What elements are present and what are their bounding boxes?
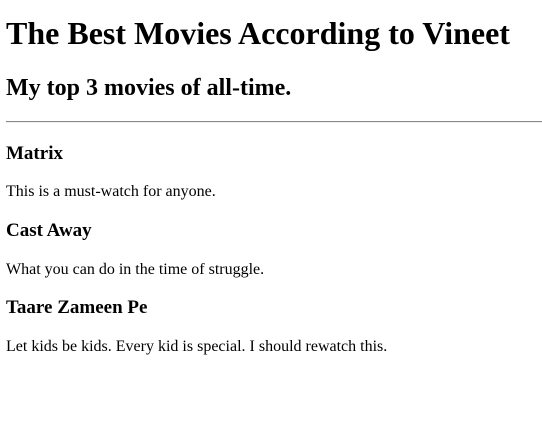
movie-description-matrix: This is a must-watch for anyone. — [6, 183, 216, 200]
page-title: The Best Movies According to Vineet — [6, 15, 510, 51]
divider — [6, 121, 542, 123]
movie-title-taare-zameen-pe: Taare Zameen Pe — [6, 297, 148, 318]
page: The Best Movies According to Vineet My t… — [0, 0, 542, 434]
page-subtitle: My top 3 movies of all-time. — [6, 75, 292, 101]
movie-description-taare-zameen-pe: Let kids be kids. Every kid is special. … — [6, 338, 388, 355]
movie-title-matrix: Matrix — [6, 143, 63, 164]
movie-description-cast-away: What you can do in the time of struggle. — [6, 261, 265, 278]
movie-title-cast-away: Cast Away — [6, 220, 92, 241]
